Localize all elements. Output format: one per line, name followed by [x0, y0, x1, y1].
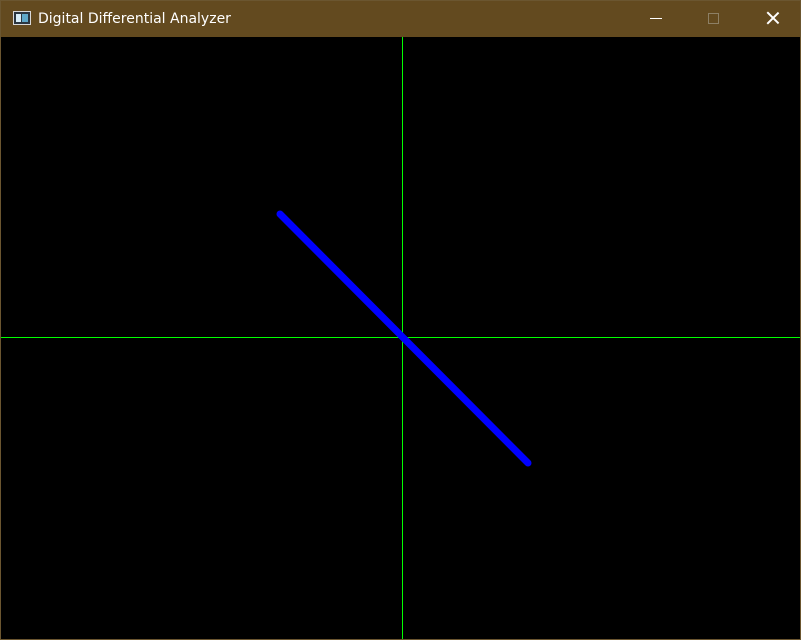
- app-window-icon: [13, 11, 31, 25]
- maximize-icon: [708, 13, 719, 24]
- drawing-canvas: [1, 37, 800, 639]
- close-button[interactable]: [743, 1, 801, 37]
- canvas-svg: [1, 37, 800, 639]
- title-bar[interactable]: Digital Differential Analyzer: [1, 1, 800, 37]
- minimize-button[interactable]: [627, 1, 685, 37]
- close-icon: [766, 11, 780, 25]
- application-window: Digital Differential Analyzer: [0, 0, 801, 640]
- maximize-button[interactable]: [685, 1, 743, 37]
- minimize-icon: [650, 18, 662, 19]
- window-title: Digital Differential Analyzer: [38, 11, 231, 27]
